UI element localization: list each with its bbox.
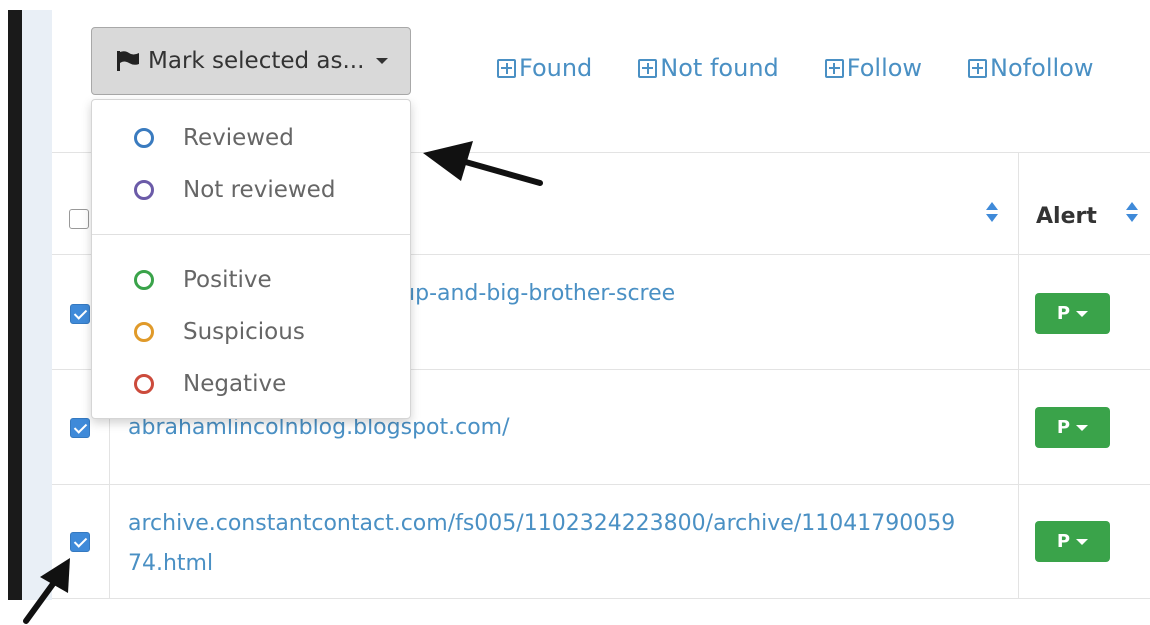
filter-follow[interactable]: Follow [824, 54, 923, 82]
annotation-arrow-icon [23, 558, 70, 624]
mark-selected-label: Mark selected as... [148, 48, 365, 74]
filter-nofollow[interactable]: Nofollow [968, 54, 1093, 82]
table-border [1018, 152, 1019, 598]
menu-item-not-reviewed[interactable]: Not reviewed [92, 168, 410, 212]
filter-not-found[interactable]: Not found [638, 54, 779, 82]
chevron-down-icon [1076, 538, 1089, 545]
filter-found-label: Found [519, 54, 593, 82]
row-url-link[interactable]: archive.constantcontact.com/fs005/110232… [128, 504, 955, 584]
mark-as-dropdown-menu: Reviewed Not reviewed Positive Suspiciou… [91, 99, 411, 419]
menu-item-positive[interactable]: Positive [92, 258, 410, 302]
table-border [52, 484, 1150, 485]
menu-item-label: Positive [183, 267, 272, 293]
plus-square-icon [638, 58, 658, 78]
column-header-alert: Alert [1036, 204, 1097, 229]
chevron-down-icon [376, 58, 389, 64]
menu-item-reviewed[interactable]: Reviewed [92, 116, 410, 160]
circle-icon [134, 374, 154, 394]
menu-divider [92, 234, 410, 235]
alert-status-button[interactable]: P [1035, 293, 1110, 334]
circle-icon [134, 128, 154, 148]
plus-square-icon [497, 58, 516, 78]
circle-icon [134, 322, 154, 342]
url-line: 74.html [128, 551, 214, 576]
left-border-bar [8, 10, 22, 600]
chevron-down-icon [1076, 424, 1089, 431]
menu-item-label: Negative [183, 371, 287, 397]
circle-icon [134, 180, 154, 200]
menu-item-negative[interactable]: Negative [92, 362, 410, 406]
filter-found[interactable]: Found [497, 54, 592, 82]
filter-links: Found Not found Follow Nofollow [497, 50, 1093, 86]
row-checkbox[interactable] [70, 418, 90, 438]
circle-icon [134, 270, 154, 290]
row-checkbox[interactable] [70, 304, 90, 324]
sort-icon[interactable] [986, 202, 998, 222]
alert-status-label: P [1056, 417, 1071, 438]
menu-item-suspicious[interactable]: Suspicious [92, 310, 410, 354]
left-gutter [22, 10, 52, 600]
url-line: archive.constantcontact.com/fs005/110232… [128, 511, 956, 536]
select-all-checkbox[interactable] [69, 209, 89, 229]
flag-icon [117, 51, 139, 71]
alert-status-label: P [1056, 303, 1071, 324]
alert-status-label: P [1056, 531, 1071, 552]
chevron-down-icon [1076, 310, 1089, 317]
filter-not-found-label: Not found [660, 54, 779, 82]
menu-item-label: Reviewed [183, 125, 294, 151]
annotation-arrow-icon [423, 141, 543, 186]
alert-status-button[interactable]: P [1035, 407, 1110, 448]
plus-square-icon [824, 58, 844, 78]
filter-nofollow-label: Nofollow [990, 54, 1094, 82]
row-checkbox[interactable] [70, 532, 90, 552]
menu-item-label: Not reviewed [183, 177, 336, 203]
mark-selected-button[interactable]: Mark selected as... [91, 27, 411, 95]
sort-icon[interactable] [1126, 202, 1138, 222]
plus-square-icon [968, 58, 988, 78]
alert-status-button[interactable]: P [1035, 521, 1110, 562]
filter-follow-label: Follow [846, 54, 923, 82]
menu-item-label: Suspicious [183, 319, 305, 345]
table-border [52, 598, 1150, 599]
